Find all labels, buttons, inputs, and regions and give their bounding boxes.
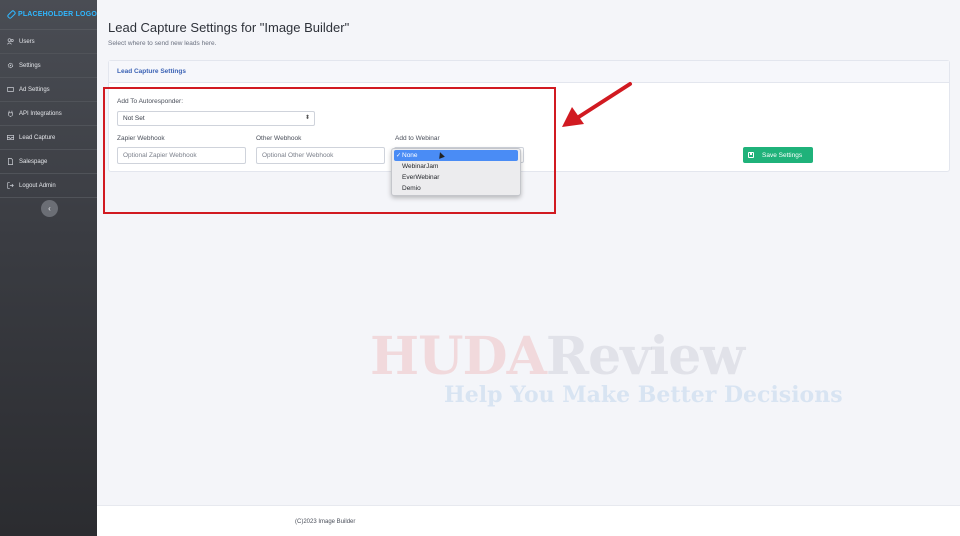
watermark-tagline: Help You Make Better Decisions bbox=[444, 382, 843, 408]
save-settings-button[interactable]: Save Settings bbox=[743, 147, 813, 163]
sidebar: PLACEHOLDER LOGO Users Settings Ad Setti… bbox=[0, 0, 97, 536]
page-title: Lead Capture Settings for "Image Builder… bbox=[108, 20, 350, 35]
footer: (C)2023 Image Builder bbox=[97, 505, 960, 536]
sidebar-item-logout-admin[interactable]: Logout Admin bbox=[0, 174, 97, 198]
plug-icon bbox=[7, 110, 14, 117]
sidebar-item-ad-settings[interactable]: Ad Settings bbox=[0, 78, 97, 102]
logout-icon bbox=[7, 182, 14, 189]
sidebar-item-label: Lead Capture bbox=[19, 134, 56, 141]
sidebar-item-label: API Integrations bbox=[19, 110, 62, 117]
logo-text: PLACEHOLDER LOGO bbox=[17, 11, 97, 18]
sidebar-item-lead-capture[interactable]: Lead Capture bbox=[0, 126, 97, 150]
save-icon bbox=[748, 152, 754, 158]
sidebar-item-users[interactable]: Users bbox=[0, 30, 97, 54]
sidebar-collapse-button[interactable]: ‹ bbox=[41, 200, 58, 217]
logo-icon bbox=[6, 9, 17, 20]
card-title: Lead Capture Settings bbox=[109, 61, 949, 83]
file-icon bbox=[7, 158, 14, 165]
gear-icon bbox=[7, 62, 14, 69]
footer-copyright: (C)2023 Image Builder bbox=[295, 519, 356, 525]
sidebar-item-label: Users bbox=[19, 38, 35, 45]
users-icon bbox=[7, 38, 14, 45]
watermark-part: Review bbox=[545, 326, 745, 387]
page-subtitle: Select where to send new leads here. bbox=[108, 40, 217, 47]
annotation-highlight-box bbox=[103, 87, 556, 214]
inbox-icon bbox=[7, 134, 14, 141]
annotation-arrow-icon bbox=[562, 82, 632, 127]
ad-icon bbox=[7, 86, 14, 93]
sidebar-item-label: Settings bbox=[19, 62, 41, 69]
sidebar-item-label: Logout Admin bbox=[19, 182, 56, 189]
logo[interactable]: PLACEHOLDER LOGO bbox=[0, 0, 97, 30]
sidebar-item-label: Ad Settings bbox=[19, 86, 50, 93]
sidebar-item-salespage[interactable]: Salespage bbox=[0, 150, 97, 174]
watermark-logo: HUDAReview bbox=[370, 326, 745, 387]
sidebar-item-api-integrations[interactable]: API Integrations bbox=[0, 102, 97, 126]
save-label: Save Settings bbox=[762, 151, 803, 159]
watermark-part: HUDA bbox=[370, 326, 547, 387]
sidebar-item-settings[interactable]: Settings bbox=[0, 54, 97, 78]
sidebar-item-label: Salespage bbox=[19, 158, 48, 165]
